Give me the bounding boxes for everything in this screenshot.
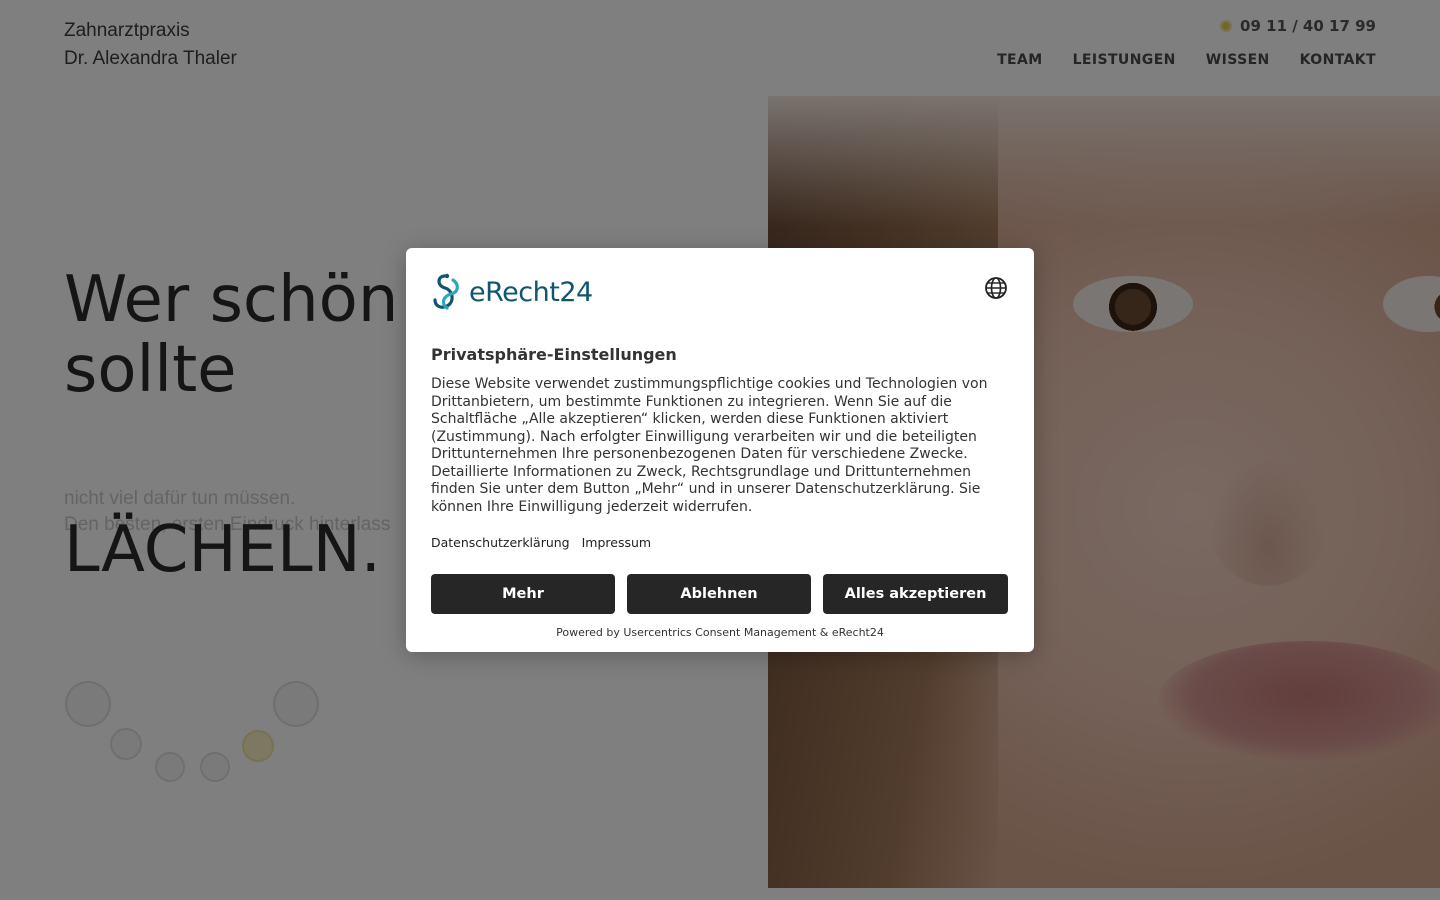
erecht24-logo: eRecht24: [431, 272, 593, 312]
consent-buttons: Mehr Ablehnen Alles akzeptieren: [431, 574, 1008, 614]
globe-icon[interactable]: [983, 275, 1009, 301]
consent-links: Datenschutzerklärung Impressum: [431, 535, 651, 550]
consent-body: Diese Website verwendet zustimmungspflic…: [431, 376, 988, 515]
consent-dialog: eRecht24 Privatsphäre-Einstellungen Dies…: [406, 248, 1034, 652]
erecht24-logo-icon: [433, 273, 459, 310]
accept-all-button[interactable]: Alles akzeptieren: [823, 574, 1008, 614]
powered-by-text: Powered by Usercentrics Consent Manageme…: [556, 626, 884, 639]
consent-title: Privatsphäre-Einstellungen: [431, 345, 677, 364]
erecht24-logo-text: eRecht24: [469, 276, 593, 308]
more-button[interactable]: Mehr: [431, 574, 615, 614]
decline-button[interactable]: Ablehnen: [627, 574, 811, 614]
privacy-policy-link[interactable]: Datenschutzerklärung: [431, 535, 570, 550]
imprint-link[interactable]: Impressum: [582, 535, 651, 550]
